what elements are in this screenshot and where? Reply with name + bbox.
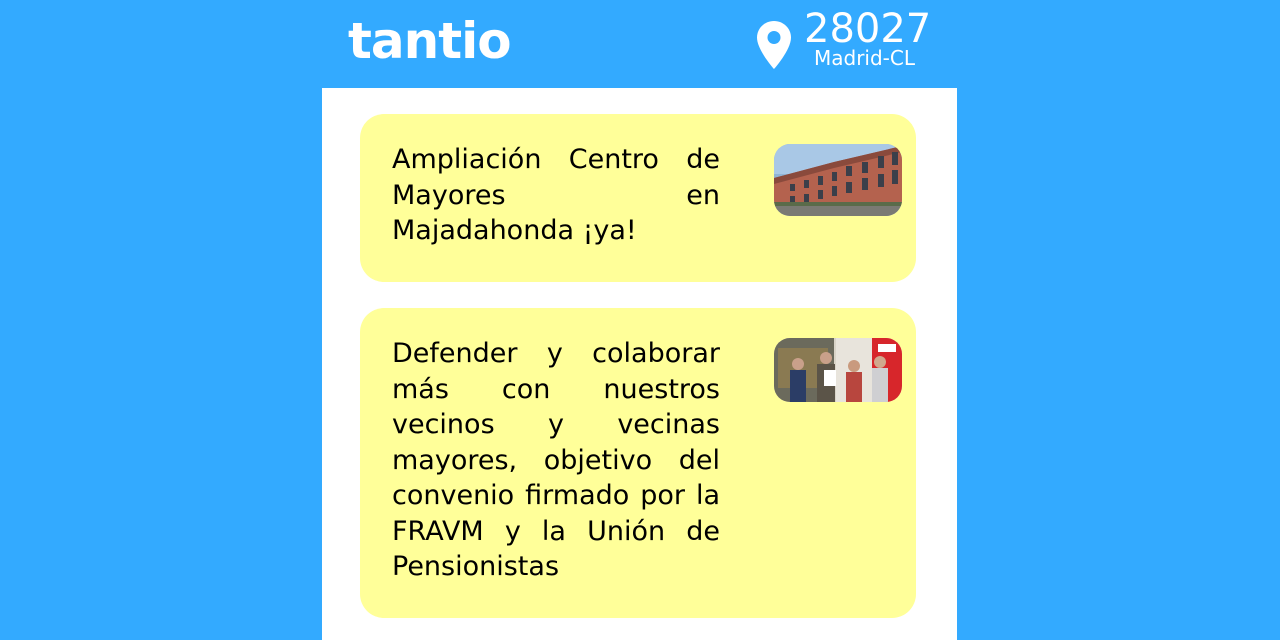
news-title[interactable]: Defender y colaborar más con nuestros ve… [392, 336, 720, 585]
news-list: Ampliación Centro de Mayores en Majadaho… [322, 88, 957, 640]
news-thumbnail-building[interactable] [774, 144, 902, 216]
city-label: Madrid-CL [814, 46, 916, 70]
news-thumbnail-group[interactable] [774, 338, 902, 402]
location-selector[interactable]: 28027 Madrid-CL [756, 6, 946, 76]
building-photo [774, 144, 902, 216]
news-card[interactable]: Defender y colaborar más con nuestros ve… [360, 308, 916, 618]
group-photo [774, 338, 902, 402]
header: tantio 28027 Madrid-CL [322, 0, 957, 88]
app-page: tantio 28027 Madrid-CL Ampliación Centro… [0, 0, 1280, 640]
logo[interactable]: tantio [348, 8, 512, 74]
news-card[interactable]: Ampliación Centro de Mayores en Majadaho… [360, 114, 916, 282]
news-title[interactable]: Ampliación Centro de Mayores en Majadaho… [392, 142, 720, 249]
map-pin-icon [757, 21, 791, 69]
